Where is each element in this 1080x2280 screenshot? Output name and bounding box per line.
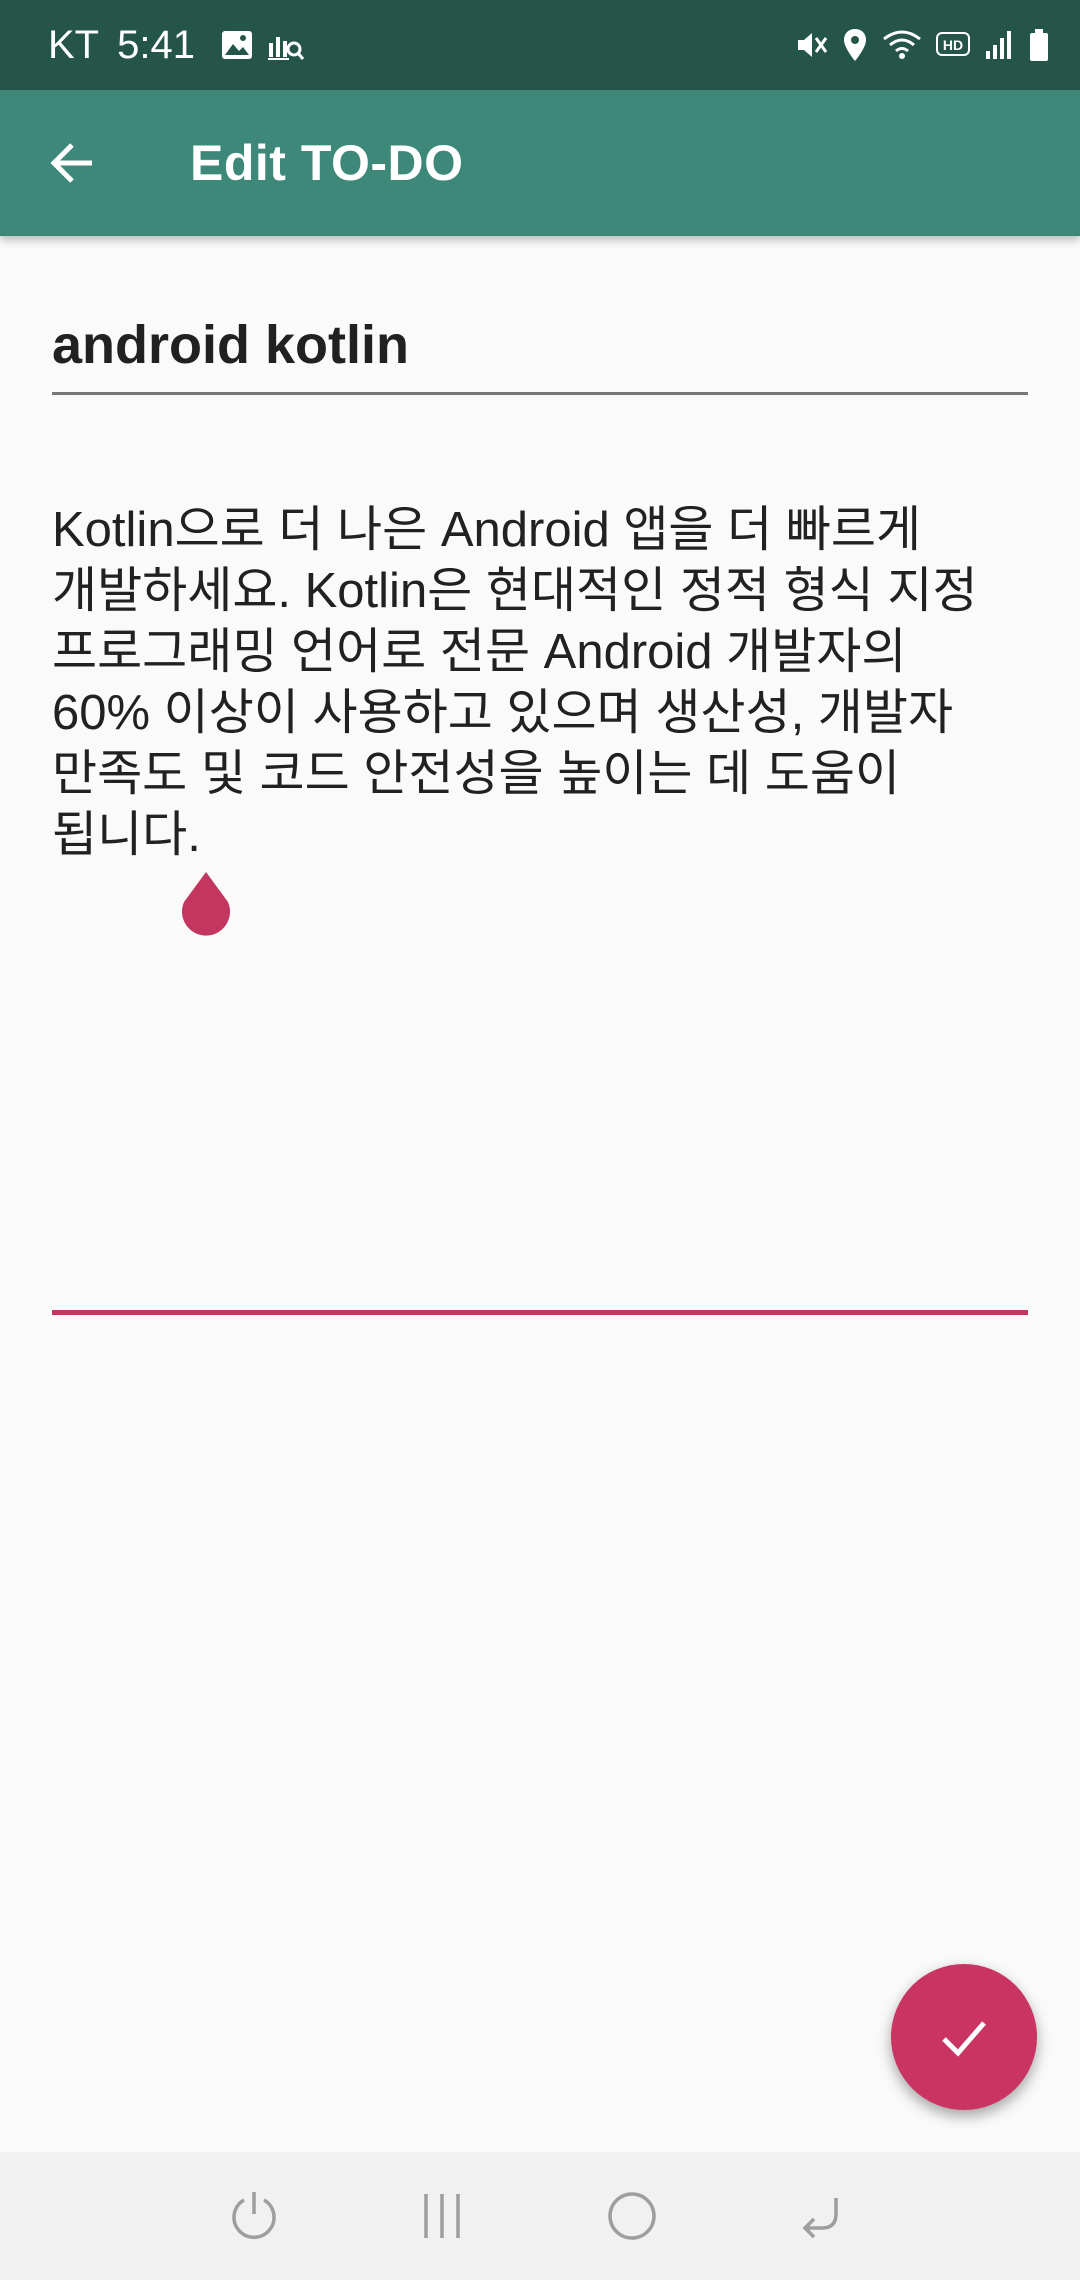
status-left: KT 5:41: [48, 0, 311, 90]
hd-label: HD: [943, 37, 963, 53]
image-icon: [221, 30, 253, 60]
clock: 5:41: [117, 22, 195, 67]
home-icon: [608, 2192, 656, 2240]
location-icon: [842, 28, 868, 62]
page-title: Edit TO-DO: [190, 135, 464, 191]
recents-button[interactable]: [392, 2166, 492, 2266]
arrow-back-icon: [50, 143, 92, 183]
check-icon: [942, 2021, 986, 2057]
save-fab-button[interactable]: [891, 1964, 1037, 2110]
app-bar: Edit TO-DO: [0, 90, 1080, 236]
back-nav-button[interactable]: [770, 2166, 870, 2266]
analytics-search-icon: [267, 29, 305, 61]
power-button[interactable]: [204, 2166, 304, 2266]
home-button[interactable]: [582, 2166, 682, 2266]
hd-icon: HD: [936, 31, 970, 59]
todo-body-value: Kotlin으로 더 나은 Android 앱을 더 빠르게 개발하세요. Ko…: [52, 503, 978, 862]
signal-icon: [984, 29, 1014, 61]
todo-title-input[interactable]: android kotlin: [52, 300, 1028, 395]
wifi-icon: [882, 29, 922, 61]
todo-title-value: android kotlin: [52, 315, 409, 375]
carrier-label: KT: [48, 22, 100, 67]
mute-vibrate-icon: [794, 28, 828, 62]
recents-icon: [424, 2194, 460, 2238]
status-right: HD: [780, 0, 1050, 90]
back-nav-icon: [802, 2198, 838, 2239]
text-cursor-handle[interactable]: [178, 870, 234, 938]
battery-icon: [1028, 28, 1050, 62]
system-nav-bar: [0, 2152, 1080, 2280]
status-bar: KT 5:41 HD: [0, 0, 1080, 90]
back-button[interactable]: [24, 115, 120, 211]
power-icon: [232, 2192, 276, 2239]
